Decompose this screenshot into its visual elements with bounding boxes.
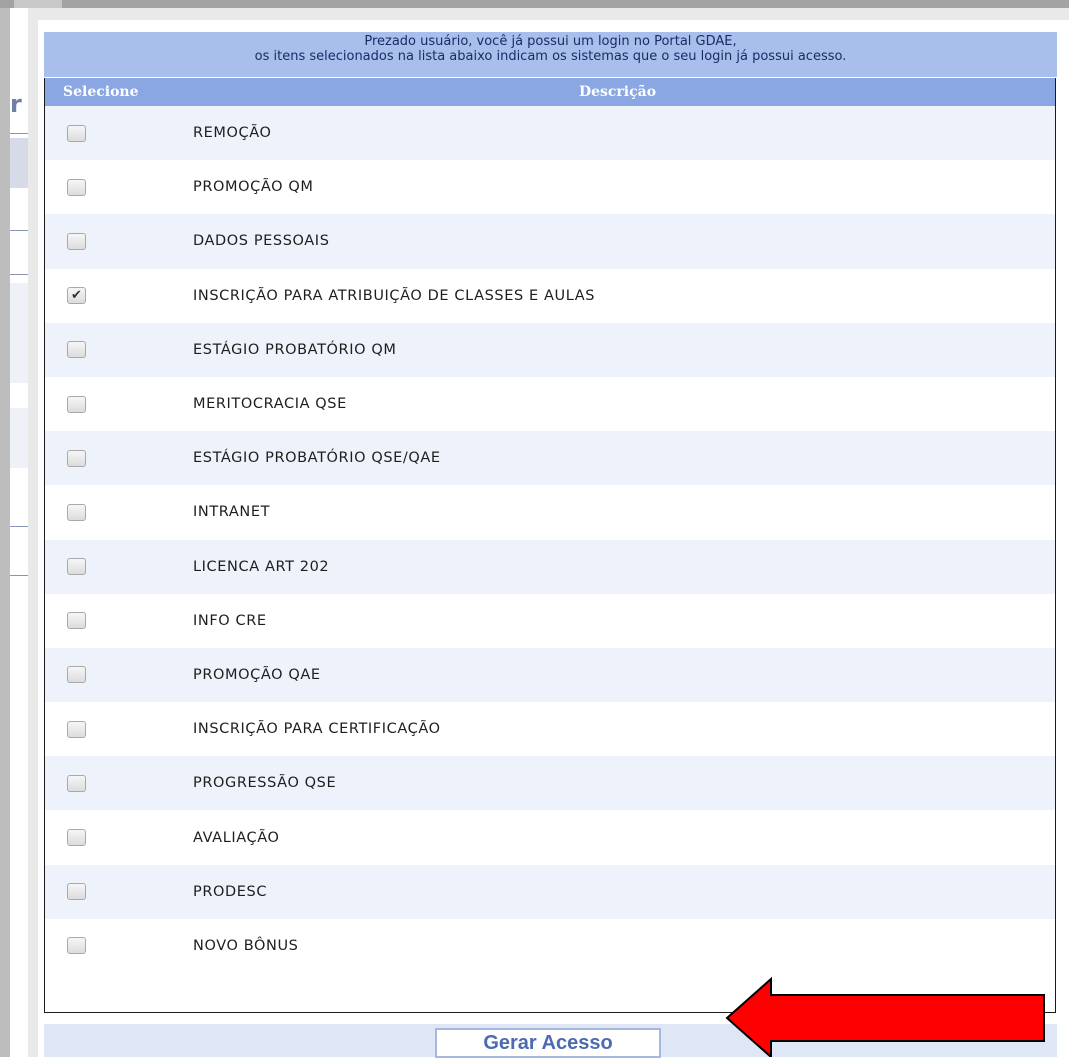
arrow-left-icon	[725, 976, 1045, 1057]
annotation-arrow	[725, 976, 1045, 1057]
